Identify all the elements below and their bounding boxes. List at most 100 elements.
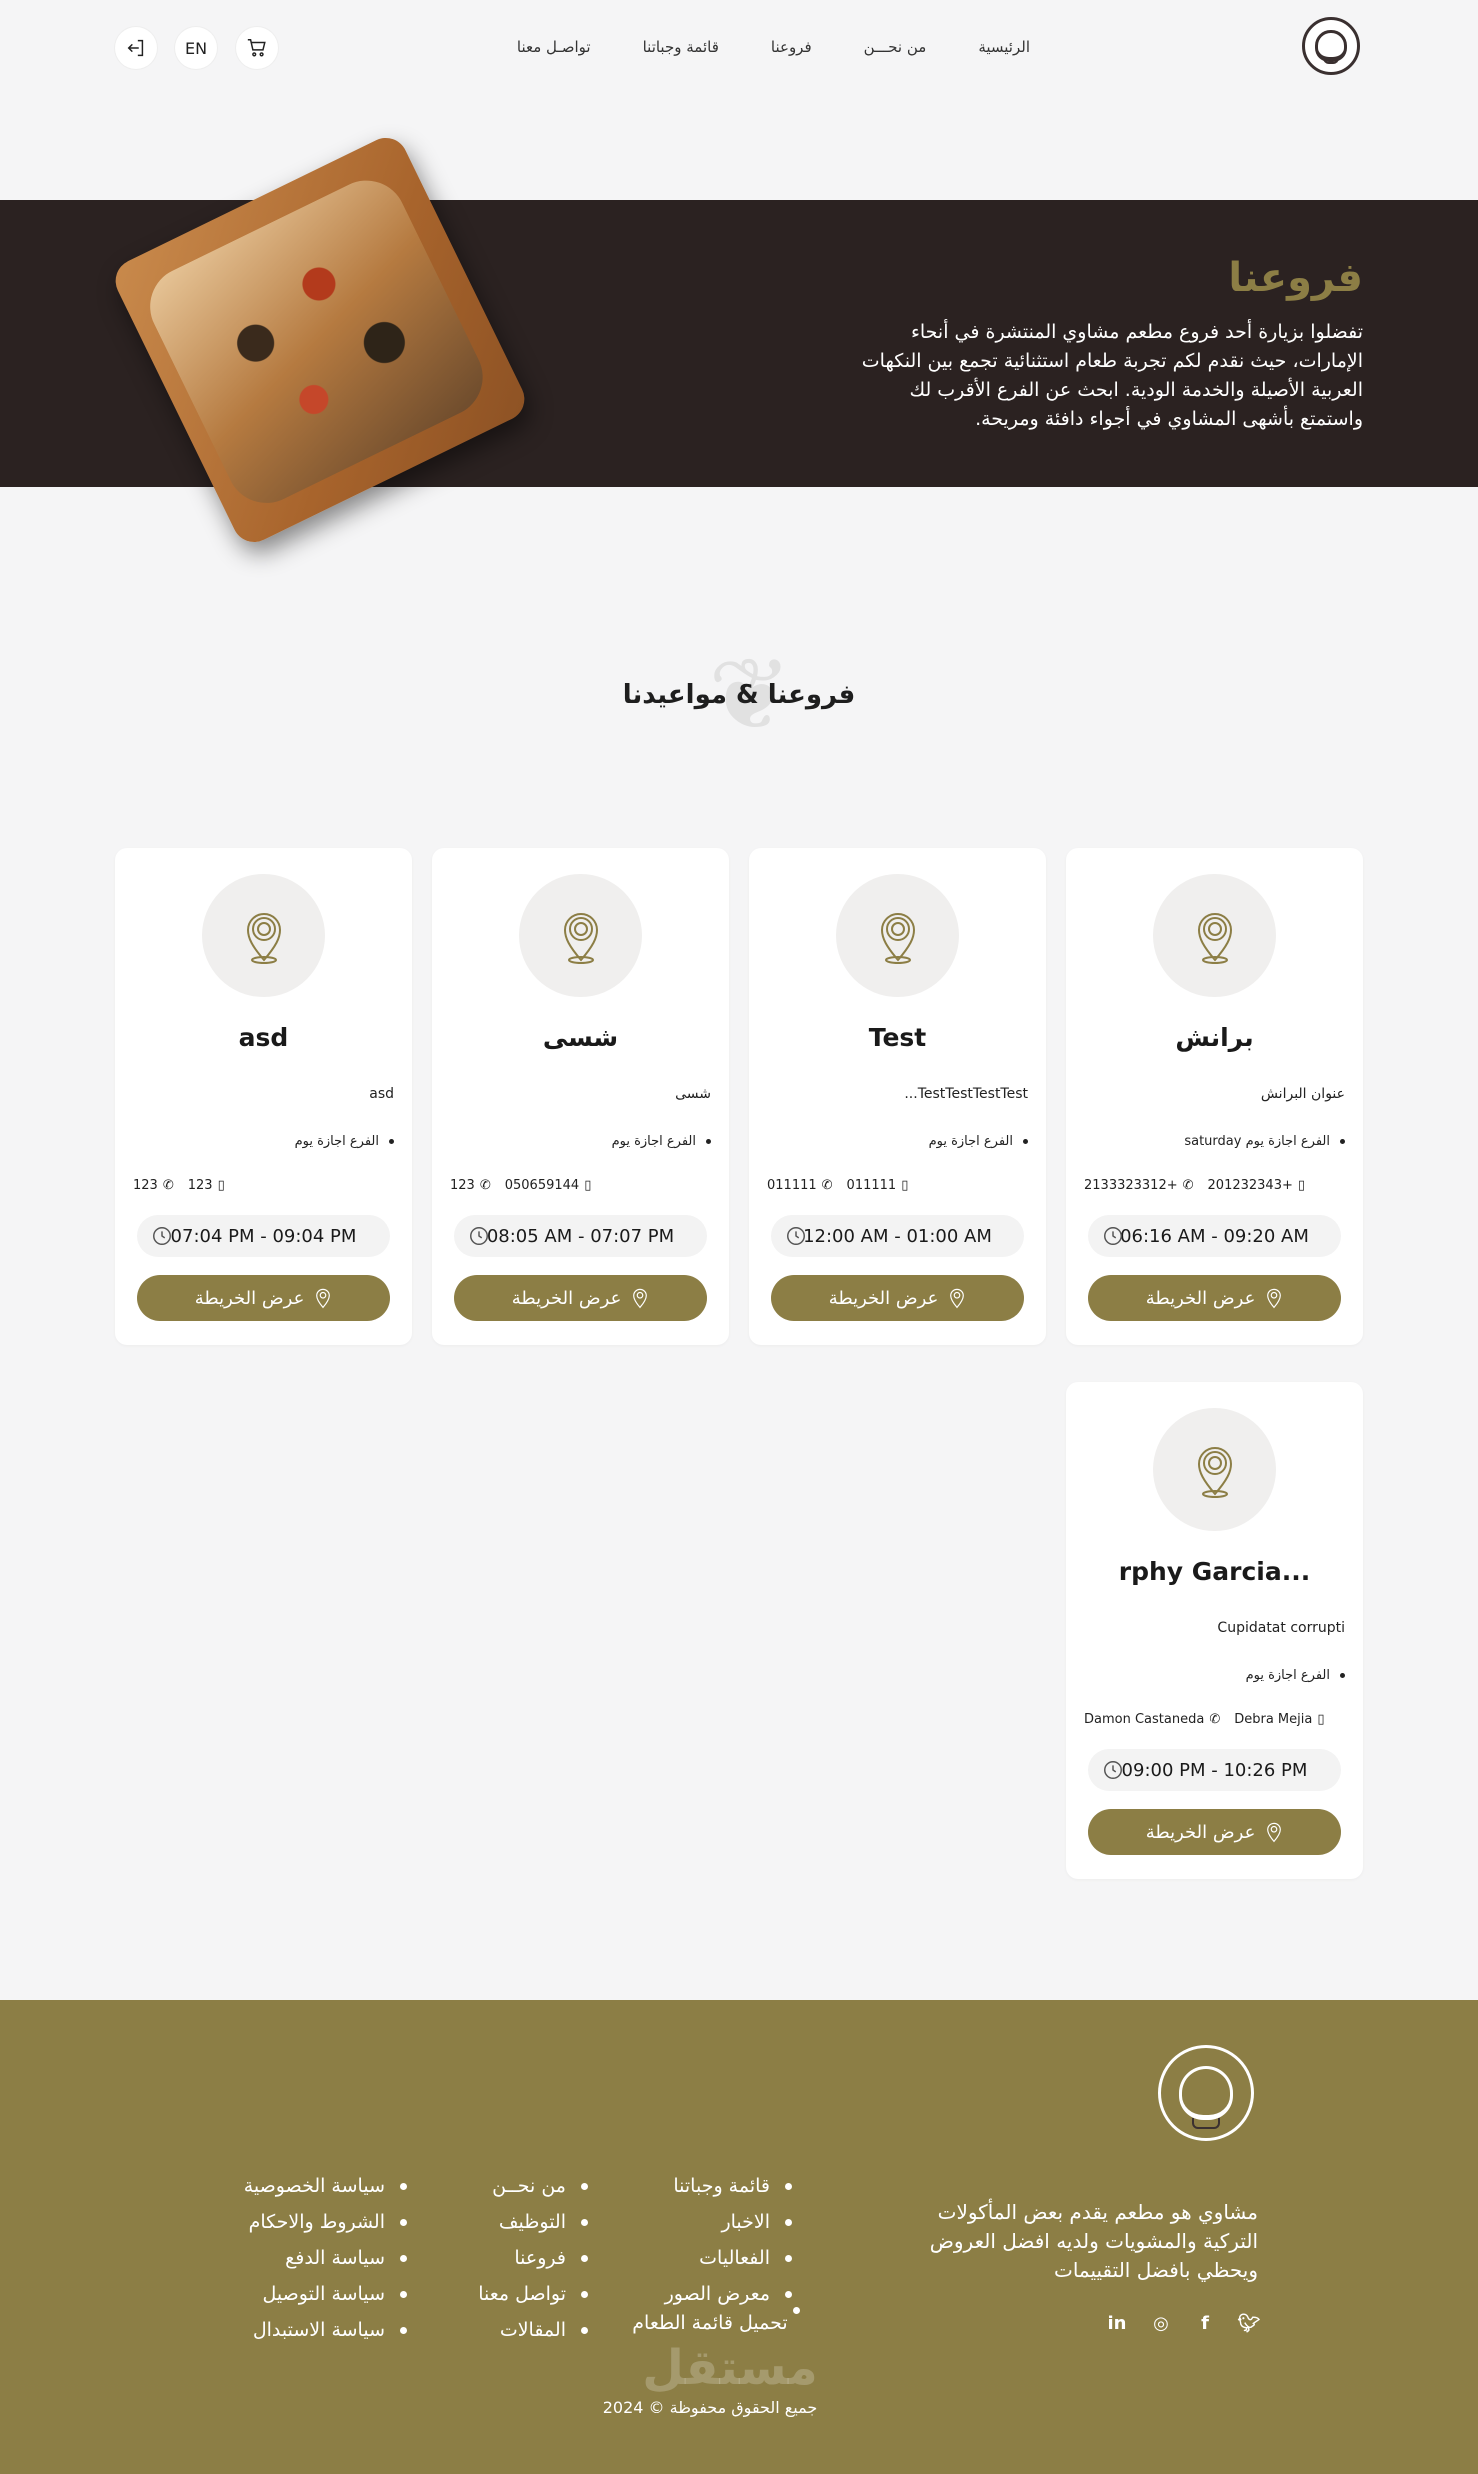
cart-button[interactable]: [236, 27, 278, 69]
mobile-icon: ▯: [1297, 1178, 1306, 1193]
mobile-icon: ▯: [901, 1178, 909, 1193]
clock-icon: [1104, 1227, 1122, 1245]
mobile-icon: ▯: [584, 1178, 592, 1193]
hero-title: فروعنا: [1228, 255, 1363, 301]
instagram-icon[interactable]: ◎: [1150, 2312, 1172, 2334]
branch-mobile[interactable]: +201232343: [1208, 1178, 1293, 1193]
branch-mobile[interactable]: 050659144: [505, 1178, 579, 1193]
clock-icon: [153, 1227, 171, 1245]
branch-hours: 06:16 AM - 09:20 AM: [1088, 1215, 1341, 1257]
location-pin-icon: [202, 874, 325, 997]
branch-name: شسى: [542, 1023, 619, 1052]
branch-name: برانش: [1175, 1023, 1254, 1052]
linkedin-icon[interactable]: in: [1106, 2312, 1128, 2334]
map-pin-icon: [1267, 1288, 1282, 1309]
login-button[interactable]: [115, 27, 157, 69]
branch-phone[interactable]: 011111: [767, 1178, 817, 1193]
branch-card: Test TestTestTestTest... الفرع اجازة يوم…: [749, 848, 1046, 1345]
mobile-icon: ▯: [1317, 1712, 1325, 1727]
footer-links-policies: سياسة الخصوصية الشروط والاحكام سياسة الد…: [244, 2168, 408, 2348]
nav-home[interactable]: الرئيسية: [978, 38, 1030, 56]
footer-link[interactable]: سياسة الخصوصية: [244, 2168, 408, 2204]
mobile-icon: ▯: [217, 1178, 225, 1193]
phone-icon: ✆: [479, 1178, 491, 1193]
view-map-button[interactable]: عرض الخريطة: [1088, 1809, 1341, 1855]
phone-icon: ✆: [162, 1178, 174, 1193]
footer-logo[interactable]: [1158, 2045, 1254, 2141]
branch-status: الفرع اجازة يوم: [767, 1134, 1028, 1149]
footer-links-company: من نحــن التوظيف فروعنا تواصل معنا المقا…: [478, 2168, 588, 2348]
footer-link[interactable]: الفعاليات: [665, 2240, 793, 2276]
branch-address: TestTestTestTest...: [904, 1086, 1028, 1102]
map-pin-icon: [1267, 1822, 1282, 1843]
location-pin-icon: [519, 874, 642, 997]
branch-hours: 09:00 PM - 10:26 PM: [1088, 1749, 1341, 1791]
phone-icon: ✆: [1182, 1178, 1194, 1193]
site-logo[interactable]: [1302, 17, 1360, 75]
location-pin-icon: [836, 874, 959, 997]
view-map-button[interactable]: عرض الخريطة: [771, 1275, 1024, 1321]
location-pin-icon: [1153, 874, 1276, 997]
branch-mobile[interactable]: 123: [188, 1178, 213, 1193]
social-links: 🐦︎ f ◎ in: [1106, 2312, 1261, 2334]
footer-links-main: قائمة وجباتنا الاخبار الفعاليات معرض الص…: [665, 2168, 793, 2312]
facebook-icon[interactable]: f: [1194, 2312, 1216, 2334]
branch-phone[interactable]: +2133323312: [1084, 1178, 1178, 1193]
footer-link[interactable]: من نحــن: [478, 2168, 588, 2204]
watermark: مستقل: [642, 2340, 818, 2396]
branch-phone[interactable]: 123: [133, 1178, 158, 1193]
language-button[interactable]: EN: [175, 27, 217, 69]
nav-branches[interactable]: فروعنا: [771, 38, 812, 56]
branch-mobile[interactable]: Debra Mejia: [1234, 1712, 1312, 1727]
nav-contact[interactable]: تواصـل معنا: [517, 38, 591, 56]
branch-phone[interactable]: 123: [450, 1178, 475, 1193]
branch-hours: 08:05 AM - 07:07 PM: [454, 1215, 707, 1257]
branch-address: شسى: [675, 1086, 711, 1102]
branch-mobile[interactable]: 011111: [847, 1178, 897, 1193]
footer-link[interactable]: سياسة التوصيل: [244, 2276, 408, 2312]
branch-card: شسى شسى الفرع اجازة يوم ▯ 050659144 ✆ 123 …: [432, 848, 729, 1345]
copyright: جميع الحقوق محفوظة © 2024: [602, 2398, 818, 2417]
branch-phones: ▯ 123 ✆ 123: [125, 1178, 392, 1193]
footer-link[interactable]: الشروط والاحكام: [244, 2204, 408, 2240]
nav-about[interactable]: من نحـــن: [864, 38, 927, 56]
branch-address: عنوان البرانش: [1260, 1086, 1345, 1102]
footer-link[interactable]: معرض الصور: [665, 2276, 793, 2312]
footer-link[interactable]: المقالات: [478, 2312, 588, 2348]
branch-phones: ▯ +201232343 ✆ +2133323312: [1076, 1178, 1343, 1193]
view-map-button[interactable]: عرض الخريطة: [454, 1275, 707, 1321]
phone-icon: ✆: [821, 1178, 833, 1193]
footer-link[interactable]: سياسة الاستبدال: [244, 2312, 408, 2348]
footer-link[interactable]: قائمة وجباتنا: [665, 2168, 793, 2204]
main-nav: الرئيسية من نحـــن فروعنا قائمة وجباتنا …: [517, 38, 1030, 56]
branch-card: ...rphy Garcia Cupidatat corrupti الفرع …: [1066, 1382, 1363, 1879]
footer-link[interactable]: تواصل معنا: [478, 2276, 588, 2312]
branch-status: الفرع اجازة يوم saturday: [1084, 1134, 1345, 1149]
phone-icon: ✆: [1209, 1712, 1221, 1727]
site-header: الرئيسية من نحـــن فروعنا قائمة وجباتنا …: [0, 0, 1478, 100]
branch-status: الفرع اجازة يوم: [1084, 1668, 1345, 1683]
view-map-button[interactable]: عرض الخريطة: [137, 1275, 390, 1321]
footer-link[interactable]: سياسة الدفع: [244, 2240, 408, 2276]
hero-description: تفضلوا بزيارة أحد فروع مطعم مشاوي المنتش…: [861, 321, 1363, 430]
branch-name: asd: [238, 1023, 289, 1052]
chef-hat-icon: [1315, 30, 1347, 64]
branch-card: asd asd الفرع اجازة يوم ▯ 123 ✆ 123 07:04 …: [115, 848, 412, 1345]
footer-link[interactable]: التوظيف: [478, 2204, 588, 2240]
chef-hat-icon: [1179, 2066, 1233, 2129]
footer-link[interactable]: فروعنا: [478, 2240, 588, 2276]
clock-icon: [470, 1227, 488, 1245]
nav-menu[interactable]: قائمة وجباتنا: [643, 38, 719, 56]
branch-phone[interactable]: Damon Castaneda: [1084, 1712, 1204, 1727]
branch-phones: ▯ 050659144 ✆ 123: [442, 1178, 709, 1193]
branch-phones: ▯ 011111 ✆ 011111: [759, 1178, 1026, 1193]
branch-phones: ▯ Debra Mejia ✆ Damon Castaneda: [1076, 1712, 1343, 1727]
map-pin-icon: [316, 1288, 331, 1309]
footer-link[interactable]: الاخبار: [665, 2204, 793, 2240]
download-menu-link[interactable]: تحميل قائمة الطعام: [580, 2312, 840, 2334]
view-map-button[interactable]: عرض الخريطة: [1088, 1275, 1341, 1321]
twitter-icon[interactable]: 🐦︎: [1238, 2312, 1261, 2334]
clock-icon: [787, 1227, 805, 1245]
branch-status: الفرع اجازة يوم: [133, 1134, 394, 1149]
branch-hours: 07:04 PM - 09:04 PM: [137, 1215, 390, 1257]
